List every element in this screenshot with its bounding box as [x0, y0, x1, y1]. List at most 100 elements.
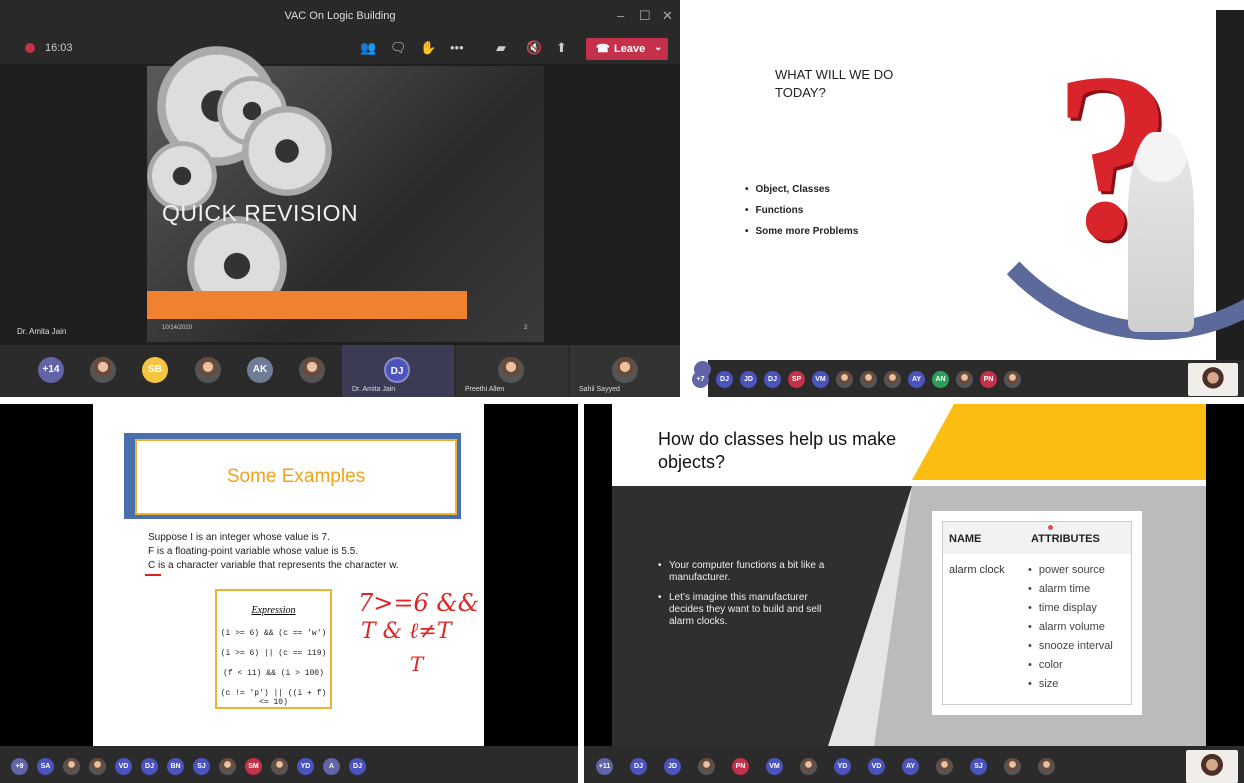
participant-avatar[interactable]: BN: [167, 758, 184, 775]
orange-bar: [147, 291, 467, 319]
presenter-name: Dr. Amita Jain: [17, 327, 67, 336]
participant-avatar[interactable]: [219, 758, 236, 775]
text-line: Suppose I is an integer whose value is 7…: [148, 532, 330, 543]
participant-avatar[interactable]: VD: [115, 758, 132, 775]
chevron-down-icon[interactable]: ⌄: [654, 42, 662, 53]
participant-avatar[interactable]: SA: [37, 758, 54, 775]
participant-avatar[interactable]: [63, 758, 80, 775]
participant-avatar[interactable]: AK: [247, 357, 273, 383]
laser-pointer-icon: [1047, 524, 1054, 531]
participant-avatar[interactable]: [836, 371, 853, 388]
more-participants-badge[interactable]: +9: [11, 758, 28, 775]
meeting-window-classes: How do classes help us make objects? You…: [584, 404, 1244, 783]
participant-avatar[interactable]: [195, 357, 221, 383]
phone-icon: ☎: [596, 43, 610, 55]
participant-avatar[interactable]: [90, 357, 116, 383]
participant-avatar[interactable]: [860, 371, 877, 388]
table-cell-name: alarm clock: [949, 564, 1005, 576]
participant-avatar[interactable]: [884, 371, 901, 388]
participant-avatar[interactable]: [698, 758, 715, 775]
meeting-timer: 16:03: [45, 42, 73, 54]
participant-avatar[interactable]: A: [323, 758, 340, 775]
table-header-name: NAME: [943, 522, 1025, 554]
more-actions-icon[interactable]: •••: [450, 40, 464, 55]
participant-avatar[interactable]: SB: [142, 357, 168, 383]
participant-avatar[interactable]: [498, 357, 524, 383]
text-line: F is a floating-point variable whose val…: [148, 546, 359, 557]
bullet-list: Your computer functions a bit like a man…: [658, 560, 830, 636]
meeting-window-quick-revision: VAC On Logic Building – ☐ ✕ 16:03 👥 🗨 ✋ …: [0, 0, 680, 397]
participant-avatar[interactable]: DJ: [349, 758, 366, 775]
participants-icon[interactable]: 👥: [360, 40, 376, 56]
participant-avatar[interactable]: YD: [834, 758, 851, 775]
participant-avatar[interactable]: [1004, 758, 1021, 775]
participant-avatar[interactable]: SM: [245, 758, 262, 775]
close-icon[interactable]: ✕: [662, 8, 673, 24]
participant-avatar[interactable]: AY: [902, 758, 919, 775]
participant-avatar[interactable]: PN: [732, 758, 749, 775]
participant-avatar[interactable]: [271, 758, 288, 775]
participant-avatar[interactable]: VD: [868, 758, 885, 775]
slide-heading: How do classes help us make objects?: [658, 429, 897, 472]
participant-avatar[interactable]: VM: [766, 758, 783, 775]
participant-avatar[interactable]: [800, 758, 817, 775]
participant-avatar[interactable]: SP: [788, 371, 805, 388]
agenda-list: Object, Classes Functions Some more Prob…: [745, 184, 859, 247]
participant-avatar[interactable]: SJ: [193, 758, 210, 775]
more-participants-badge[interactable]: +7: [692, 371, 709, 388]
attribute-item: time display: [1028, 602, 1097, 614]
leave-button[interactable]: ☎ Leave ⌄: [586, 38, 668, 60]
participant-avatar[interactable]: PN: [980, 371, 997, 388]
share-screen-icon[interactable]: ⬆: [556, 40, 567, 56]
agenda-item: Object, Classes: [745, 184, 858, 195]
participant-avatar[interactable]: AN: [932, 371, 949, 388]
participant-avatar[interactable]: AY: [908, 371, 925, 388]
class-table: NAME ATTRIBUTES alarm clock power source…: [942, 521, 1132, 705]
participant-avatar[interactable]: [1004, 371, 1021, 388]
participant-avatar[interactable]: [936, 758, 953, 775]
ink-annotation: T & ℓ≠T: [361, 619, 452, 644]
chat-icon[interactable]: 🗨: [390, 40, 407, 56]
participant-avatar[interactable]: JD: [740, 371, 757, 388]
mute-icon[interactable]: 🔇: [526, 40, 542, 56]
minimize-icon[interactable]: –: [617, 8, 624, 23]
expression-box: Expression (i >= 6) && (c == 'w') (i >= …: [215, 589, 332, 709]
recording-icon: [25, 43, 35, 53]
expression: (i >= 6) && (c == 'w'): [220, 629, 327, 638]
more-participants-badge[interactable]: +11: [596, 758, 613, 775]
participant-avatar[interactable]: [89, 758, 106, 775]
table-header-attributes: ATTRIBUTES: [1025, 522, 1131, 554]
shared-slide: Some Examples Suppose I is an integer wh…: [93, 404, 484, 746]
participant-avatar[interactable]: [299, 357, 325, 383]
participant-avatar[interactable]: DJ: [384, 357, 410, 383]
expression: (c != 'p') || ((i + f) <= 10): [220, 689, 327, 707]
maximize-icon[interactable]: ☐: [639, 8, 651, 24]
shared-slide: QUICK REVISION 10/14/2020 2: [147, 46, 544, 342]
camera-off-icon[interactable]: ▰: [496, 40, 506, 56]
expression-heading: Expression: [251, 605, 296, 616]
expression: (i >= 6) || (c == 119): [220, 649, 327, 658]
leave-label: Leave: [614, 43, 646, 55]
participant-avatar[interactable]: DJ: [141, 758, 158, 775]
participant-avatar[interactable]: YD: [297, 758, 314, 775]
attribute-item: color: [1028, 659, 1063, 671]
thinking-figure-image: [1128, 132, 1194, 332]
yellow-accent: [912, 404, 1206, 480]
attribute-item: power source: [1028, 564, 1105, 576]
meeting-window-agenda: WHAT WILL WE DO TODAY? Object, Classes F…: [708, 10, 1244, 397]
participant-avatar[interactable]: DJ: [716, 371, 733, 388]
self-camera-preview: [1186, 750, 1238, 783]
bullet-item: Your computer functions a bit like a man…: [658, 560, 830, 584]
participant-avatar[interactable]: SJ: [970, 758, 987, 775]
participant-avatar[interactable]: VM: [812, 371, 829, 388]
more-participants-badge[interactable]: +14: [38, 357, 64, 383]
participant-avatar[interactable]: DJ: [630, 758, 647, 775]
raise-hand-icon[interactable]: ✋: [420, 40, 436, 56]
agenda-item: Functions: [745, 205, 858, 216]
participant-avatar[interactable]: JD: [664, 758, 681, 775]
participant-avatar[interactable]: [956, 371, 973, 388]
participant-avatar[interactable]: DJ: [764, 371, 781, 388]
participant-avatar[interactable]: [612, 357, 638, 383]
meeting-toolbar: [0, 34, 680, 64]
participant-avatar[interactable]: [1038, 758, 1055, 775]
